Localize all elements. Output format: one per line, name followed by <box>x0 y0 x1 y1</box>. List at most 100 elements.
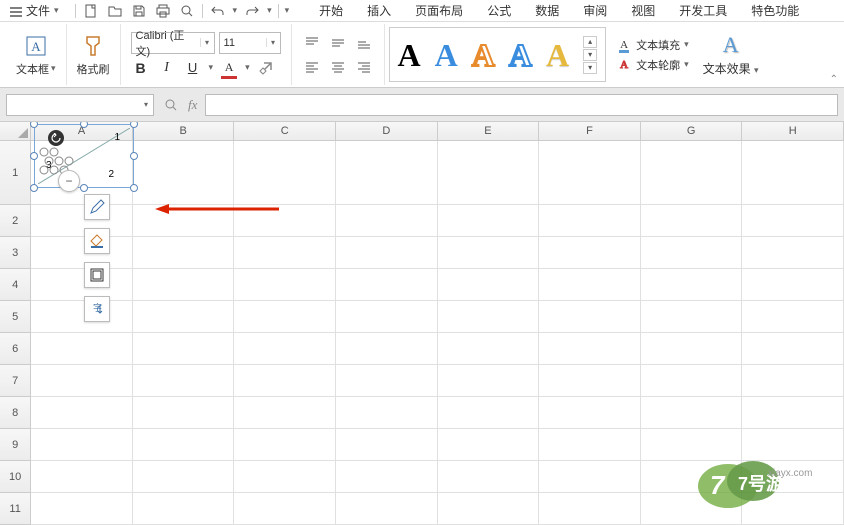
cell[interactable] <box>438 365 540 397</box>
wordart-style-3[interactable]: A <box>472 39 495 71</box>
row-header-5[interactable]: 5 <box>0 301 31 333</box>
col-header-C[interactable]: C <box>234 122 336 140</box>
fontcolor-button[interactable]: A <box>219 58 239 78</box>
wordart-gallery[interactable]: A A A A A ▴ ▾ ▾ <box>389 27 607 82</box>
cell[interactable] <box>641 397 743 429</box>
cell[interactable] <box>438 301 540 333</box>
cell[interactable] <box>742 205 844 237</box>
textbox-button[interactable]: A 文本框 ▾ <box>10 29 62 81</box>
cell[interactable] <box>742 493 844 525</box>
print-preview-button[interactable] <box>178 2 196 20</box>
cell[interactable] <box>31 365 133 397</box>
text-direction-button[interactable]: 字 <box>84 296 110 322</box>
ribbon-collapse-button[interactable]: ⌃ <box>830 74 838 85</box>
cell[interactable] <box>539 397 641 429</box>
cell[interactable] <box>336 301 438 333</box>
cell[interactable] <box>31 269 133 301</box>
resize-handle-se[interactable] <box>130 184 138 192</box>
cell[interactable] <box>336 205 438 237</box>
cell[interactable] <box>336 269 438 301</box>
cell[interactable] <box>438 237 540 269</box>
italic-button[interactable]: I <box>157 58 177 78</box>
cell[interactable] <box>31 397 133 429</box>
cell[interactable] <box>641 141 743 205</box>
cell[interactable] <box>336 461 438 493</box>
cell[interactable] <box>539 237 641 269</box>
cell[interactable] <box>336 141 438 205</box>
cell[interactable] <box>234 429 336 461</box>
cell[interactable] <box>438 269 540 301</box>
cell[interactable] <box>133 365 235 397</box>
cell[interactable] <box>234 461 336 493</box>
cell[interactable] <box>641 333 743 365</box>
fontcolor-dropdown[interactable]: ▾ <box>245 62 250 73</box>
cell[interactable] <box>742 333 844 365</box>
cell[interactable] <box>234 269 336 301</box>
cell[interactable] <box>641 461 743 493</box>
resize-handle-e[interactable] <box>130 152 138 160</box>
cell[interactable] <box>31 237 133 269</box>
undo-button[interactable] <box>209 2 227 20</box>
wordart-style-5[interactable]: A <box>546 39 569 71</box>
cell[interactable] <box>133 205 235 237</box>
cell[interactable] <box>336 333 438 365</box>
cell[interactable] <box>438 429 540 461</box>
underline-button[interactable]: U <box>183 58 203 78</box>
underline-dropdown[interactable]: ▾ <box>209 62 214 73</box>
text-outline-button[interactable]: A 文本轮廓 ▾ <box>616 56 689 74</box>
name-box[interactable]: ▾ <box>6 94 154 116</box>
cell[interactable] <box>234 301 336 333</box>
cell[interactable] <box>336 493 438 525</box>
cell[interactable] <box>234 333 336 365</box>
redo-button[interactable] <box>243 2 261 20</box>
cell[interactable] <box>336 365 438 397</box>
wordart-scroll-up[interactable]: ▴ <box>583 36 597 48</box>
row-header-10[interactable]: 10 <box>0 461 31 493</box>
cell[interactable] <box>31 461 133 493</box>
cell[interactable] <box>641 301 743 333</box>
font-size-combo[interactable]: 11 ▾ <box>219 32 281 54</box>
cell[interactable] <box>438 141 540 205</box>
cell[interactable] <box>336 237 438 269</box>
row-header-2[interactable]: 2 <box>0 205 31 237</box>
clear-format-button[interactable] <box>256 58 276 78</box>
formula-input[interactable] <box>205 94 838 116</box>
formatbrush-button[interactable]: 格式刷 <box>71 29 116 81</box>
cell[interactable] <box>133 493 235 525</box>
cell[interactable] <box>641 429 743 461</box>
cell[interactable] <box>234 397 336 429</box>
row-header-11[interactable]: 11 <box>0 493 31 525</box>
resize-handle-s[interactable] <box>80 184 88 192</box>
cell[interactable] <box>438 461 540 493</box>
align-top-button[interactable] <box>302 33 322 53</box>
tab-review[interactable]: 审阅 <box>571 0 619 22</box>
cell[interactable] <box>539 429 641 461</box>
font-name-combo[interactable]: Calibri (正文) ▾ <box>131 32 215 54</box>
cell[interactable] <box>133 461 235 493</box>
qat-customize[interactable]: ▾ <box>285 5 290 16</box>
align-left-button[interactable] <box>302 57 322 77</box>
cell[interactable] <box>31 205 133 237</box>
cell[interactable] <box>133 429 235 461</box>
open-button[interactable] <box>106 2 124 20</box>
cell[interactable] <box>31 333 133 365</box>
cell[interactable] <box>234 493 336 525</box>
wordart-style-4[interactable]: A <box>509 39 532 71</box>
resize-handle-sw[interactable] <box>30 184 38 192</box>
cell[interactable] <box>742 397 844 429</box>
undo-dropdown[interactable]: ▾ <box>233 5 238 16</box>
cell[interactable] <box>641 269 743 301</box>
tab-view[interactable]: 视图 <box>619 0 667 22</box>
wordart-expand[interactable]: ▾ <box>583 62 597 74</box>
col-header-E[interactable]: E <box>438 122 540 140</box>
new-doc-button[interactable] <box>82 2 100 20</box>
tab-pagelayout[interactable]: 页面布局 <box>403 0 475 22</box>
cell[interactable] <box>742 429 844 461</box>
fx-label[interactable]: fx <box>188 97 197 113</box>
cell[interactable] <box>31 493 133 525</box>
col-header-G[interactable]: G <box>641 122 743 140</box>
row-header-9[interactable]: 9 <box>0 429 31 461</box>
cell[interactable] <box>133 141 235 205</box>
tab-home[interactable]: 开始 <box>307 0 355 22</box>
col-header-D[interactable]: D <box>336 122 438 140</box>
